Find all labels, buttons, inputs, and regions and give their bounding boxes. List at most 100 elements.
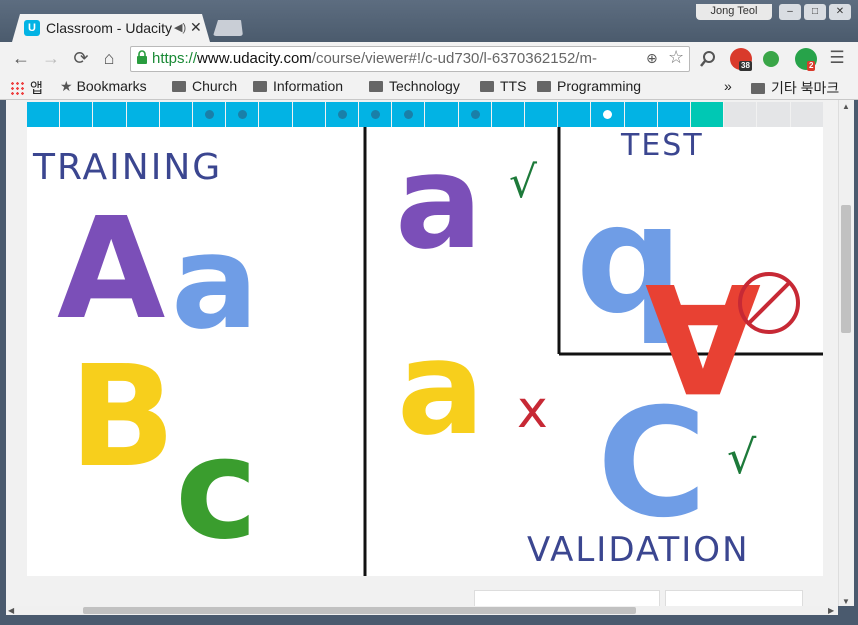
forward-arrow-icon[interactable]: → [40, 48, 62, 69]
folder-icon [480, 81, 494, 92]
training-letter-a-blue: a [171, 206, 259, 358]
menu-icon[interactable]: ☰ [826, 48, 848, 68]
tab-close-button[interactable]: ✕ [190, 19, 202, 36]
progress-segment[interactable] [259, 102, 292, 127]
video-frame: TRAINING TEST VALIDATION A a B c a √ a x… [32, 127, 823, 576]
vertical-scrollbar-thumb[interactable] [841, 205, 851, 333]
extension-badge: 38 [739, 61, 752, 71]
lesson-dot [404, 110, 414, 119]
progress-segment[interactable] [126, 102, 159, 127]
home-icon[interactable]: ⌂ [98, 48, 120, 69]
progress-segment[interactable] [691, 102, 724, 127]
progress-segment[interactable] [292, 102, 325, 127]
lesson-dot [371, 110, 380, 119]
folder-icon [537, 81, 551, 92]
other-bookmarks-label: 기타 북마크 [771, 80, 840, 96]
bookmark-information[interactable]: Information [253, 78, 343, 94]
progress-segment[interactable] [226, 102, 259, 127]
progress-segment[interactable] [392, 102, 425, 127]
progress-segment[interactable] [60, 102, 93, 127]
bookmark-label: TTS [500, 78, 527, 94]
bookmark-label: Church [192, 78, 238, 94]
progress-segment[interactable] [458, 102, 491, 127]
progress-segment[interactable] [624, 102, 657, 127]
bookmarks-overflow-chevron-icon[interactable]: » [724, 78, 732, 94]
window-bottom-edge [0, 615, 858, 625]
training-letter-A-purple: A [57, 188, 165, 351]
check-mark-icon: √ [727, 430, 757, 484]
url-host: www.udacity.com [197, 50, 312, 67]
page-content: TRAINING TEST VALIDATION A a B c a √ a x… [6, 100, 838, 606]
folder-icon [253, 81, 267, 92]
letter-a-yellow: a [397, 312, 485, 464]
vertical-scrollbar[interactable] [838, 100, 854, 606]
bookmark-church[interactable]: Church [172, 78, 237, 94]
minimize-button[interactable]: – [779, 4, 801, 20]
bookmark-label: Programming [557, 78, 642, 94]
progress-segment[interactable] [425, 102, 458, 127]
letter-a-purple: a [395, 127, 483, 278]
progress-segment[interactable] [525, 102, 558, 127]
scroll-left-arrow-icon[interactable]: ◀ [8, 606, 14, 615]
udacity-favicon-icon: U [24, 20, 40, 36]
lesson-dot [470, 110, 480, 119]
lesson-dot [205, 110, 214, 119]
progress-segment[interactable] [193, 102, 226, 127]
progress-segment[interactable] [591, 102, 624, 127]
horizontal-scrollbar-thumb[interactable] [83, 607, 636, 614]
url-text[interactable]: https://www.udacity.com/course/viewer#!/… [152, 50, 644, 67]
validation-letter-C-blue: C [597, 377, 707, 551]
extension-hangouts-icon[interactable]: 2 [795, 48, 817, 71]
lesson-dot [238, 110, 248, 119]
training-letter-c-green: c [175, 408, 258, 571]
folder-icon [369, 81, 383, 92]
progress-segment[interactable] [657, 102, 690, 127]
scroll-down-arrow-icon[interactable]: ▼ [842, 597, 850, 606]
progress-segment[interactable] [790, 102, 823, 127]
window-close-button[interactable]: ✕ [829, 4, 851, 20]
maximize-button[interactable]: □ [804, 4, 826, 20]
progress-segment[interactable] [359, 102, 392, 127]
profile-name[interactable]: Jong Teol [696, 4, 772, 20]
folder-icon [751, 83, 765, 94]
training-letter-B-yellow: B [69, 336, 176, 499]
scroll-up-arrow-icon[interactable]: ▲ [842, 102, 850, 111]
extension-red-icon[interactable]: 38 [730, 48, 752, 71]
cross-mark-icon: x [517, 380, 548, 440]
new-tab-button[interactable] [213, 20, 243, 36]
star-icon: ★ [60, 78, 73, 94]
audio-playing-icon[interactable]: ◀) [174, 21, 186, 34]
progress-segment[interactable] [558, 102, 591, 127]
back-arrow-icon[interactable]: ← [10, 48, 32, 69]
check-mark-icon: √ [509, 157, 538, 208]
extension-green-icon[interactable] [763, 51, 779, 67]
url-path: /course/viewer#!/c-ud730/l-6370362152/m- [311, 50, 597, 67]
progress-segment[interactable] [159, 102, 192, 127]
zoom-icon[interactable]: ⊕ [646, 50, 658, 67]
magnifier-extension-icon[interactable] [697, 48, 719, 70]
progress-segment[interactable] [757, 102, 790, 127]
progress-segment[interactable] [93, 102, 126, 127]
other-bookmarks[interactable]: 기타 북마크 [751, 78, 839, 98]
lesson-progress-bar [27, 102, 823, 127]
scroll-right-arrow-icon[interactable]: ▶ [828, 606, 834, 615]
bookmark-label: Bookmarks [76, 78, 147, 94]
progress-segment[interactable] [27, 102, 60, 127]
bookmark-star-icon[interactable]: ☆ [668, 47, 684, 68]
apps-label: 앱 [30, 80, 43, 96]
tab-title: Classroom - Udacity [46, 20, 173, 36]
extension-badge-2: 2 [807, 61, 816, 71]
lesson-panel-card-2[interactable] [665, 590, 803, 606]
bookmark-technology[interactable]: Technology [369, 78, 460, 94]
progress-segment[interactable] [325, 102, 358, 127]
bookmark-tts[interactable]: TTS [480, 78, 526, 94]
bookmark-bookmarks[interactable]: ★ Bookmarks [60, 78, 147, 95]
lesson-panel-card[interactable] [474, 590, 660, 606]
progress-segment[interactable] [724, 102, 757, 127]
bookmark-programming[interactable]: Programming [537, 78, 641, 94]
lesson-video[interactable]: TRAINING TEST VALIDATION A a B c a √ a x… [27, 127, 823, 576]
progress-segment[interactable] [491, 102, 524, 127]
test-label: TEST [620, 128, 704, 163]
reload-icon[interactable]: ⟳ [70, 48, 92, 69]
apps-bookmark[interactable]: 앱 [10, 78, 43, 98]
